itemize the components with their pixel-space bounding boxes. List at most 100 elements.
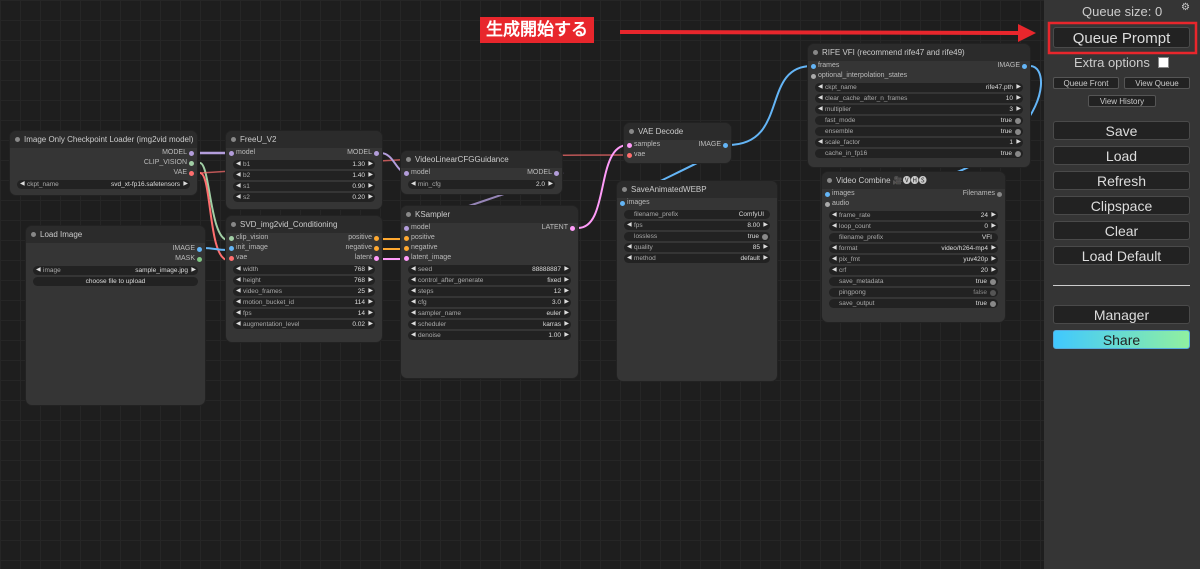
extra-options-checkbox[interactable] — [1158, 57, 1169, 68]
widget-pix-fmt[interactable]: ◀ pix_fmt yuv420p ▶ — [829, 255, 998, 264]
widget-loop-count[interactable]: ◀ loop_count 0 ▶ — [829, 222, 998, 231]
view-history-button[interactable]: View History — [1088, 95, 1156, 107]
widget-image[interactable]: ◀ image sample_image.jpg ▶ — [33, 266, 198, 275]
widget-pingpong[interactable]: pingpong false — [829, 288, 998, 297]
input-model[interactable]: model — [404, 168, 430, 178]
widget-save-metadata[interactable]: save_metadata true — [829, 277, 998, 286]
widget-method[interactable]: ◀ method default ▶ — [624, 254, 770, 263]
refresh-button[interactable]: Refresh — [1053, 171, 1190, 190]
node-title: Load Image — [26, 226, 205, 243]
input-vae[interactable]: vae — [627, 150, 645, 160]
output-clip-vision[interactable]: CLIP_VISION — [144, 158, 194, 168]
node-rife-vfi[interactable]: RIFE VFI (recommend rife47 and rife49) f… — [808, 44, 1030, 167]
node-title: RIFE VFI (recommend rife47 and rife49) — [808, 44, 1030, 61]
input-positive[interactable]: positive — [404, 233, 435, 243]
widget-clear-cache[interactable]: ◀ clear_cache_after_n_frames 10 ▶ — [815, 94, 1023, 103]
output-model[interactable]: MODEL — [347, 148, 379, 158]
input-latent-image[interactable]: latent_image — [404, 253, 451, 263]
widget-cfg[interactable]: ◀ cfg 3.0 ▶ — [408, 298, 571, 307]
output-model[interactable]: MODEL — [162, 148, 194, 158]
load-default-button[interactable]: Load Default — [1053, 246, 1190, 265]
widget-control-after-generate[interactable]: ◀ control_after_generate fixed ▶ — [408, 276, 571, 285]
manager-button[interactable]: Manager — [1053, 305, 1190, 324]
output-image[interactable]: IMAGE — [698, 140, 728, 150]
output-mask[interactable]: MASK — [175, 254, 202, 264]
input-init-image[interactable]: init_image — [229, 243, 268, 253]
output-model[interactable]: MODEL — [527, 168, 559, 178]
input-images[interactable]: images — [825, 189, 855, 199]
node-title: VideoLinearCFGGuidance — [401, 151, 562, 168]
share-button[interactable]: Share — [1053, 330, 1190, 349]
output-latent[interactable]: latent — [355, 253, 379, 263]
widget-scale-factor[interactable]: ◀ scale_factor 1 ▶ — [815, 138, 1023, 147]
input-images[interactable]: images — [620, 198, 650, 208]
gear-icon[interactable]: ⚙ — [1181, 2, 1190, 13]
input-vae[interactable]: vae — [229, 253, 247, 263]
widget-augmentation-level[interactable]: ◀ augmentation_level 0.02 ▶ — [233, 320, 375, 329]
widget-filename-prefix[interactable]: filename_prefix ComfyUI — [624, 210, 770, 219]
widget-height[interactable]: ◀ height 768 ▶ — [233, 276, 375, 285]
input-model[interactable]: model — [404, 223, 430, 233]
widget-fast-mode[interactable]: fast_mode true — [815, 116, 1023, 125]
output-latent[interactable]: LATENT — [542, 223, 575, 233]
widget-s1[interactable]: ◀ s1 0.90 ▶ — [233, 182, 375, 191]
input-negative[interactable]: negative — [404, 243, 437, 253]
input-audio[interactable]: audio — [825, 199, 849, 209]
widget-motion-bucket-id[interactable]: ◀ motion_bucket_id 114 ▶ — [233, 298, 375, 307]
widget-s2[interactable]: ◀ s2 0.20 ▶ — [233, 193, 375, 202]
widget-sampler-name[interactable]: ◀ sampler_name euler ▶ — [408, 309, 571, 318]
output-positive[interactable]: positive — [348, 233, 379, 243]
widget-fps[interactable]: ◀ fps 8.00 ▶ — [624, 221, 770, 230]
widget-min-cfg[interactable]: ◀ min_cfg 2.0 ▶ — [408, 180, 555, 189]
upload-button[interactable]: choose file to upload — [33, 277, 198, 286]
widget-cache-in-fp16[interactable]: cache_in_fp16 true — [815, 149, 1023, 158]
widget-ckpt-name[interactable]: ◀ ckpt_name rife47.pth ▶ — [815, 83, 1023, 92]
node-canvas[interactable]: Image Only Checkpoint Loader (img2vid mo… — [0, 0, 1044, 569]
widget-seed[interactable]: ◀ seed 88888887 ▶ — [408, 265, 571, 274]
widget-width[interactable]: ◀ width 768 ▶ — [233, 265, 375, 274]
widget-quality[interactable]: ◀ quality 85 ▶ — [624, 243, 770, 252]
load-button[interactable]: Load — [1053, 146, 1190, 165]
output-negative[interactable]: negative — [346, 243, 379, 253]
node-ksampler[interactable]: KSampler model LATENT positive negative l… — [401, 206, 578, 378]
clipspace-button[interactable]: Clipspace — [1053, 196, 1190, 215]
widget-lossless[interactable]: lossless true — [624, 232, 770, 241]
input-interpolation-states[interactable]: optional_interpolation_states — [811, 71, 907, 81]
input-model[interactable]: model — [229, 148, 255, 158]
input-samples[interactable]: samples — [627, 140, 660, 150]
input-frames[interactable]: frames — [811, 61, 839, 71]
widget-crf[interactable]: ◀ crf 20 ▶ — [829, 266, 998, 275]
widget-denoise[interactable]: ◀ denoise 1.00 ▶ — [408, 331, 571, 340]
widget-ckpt-name[interactable]: ◀ ckpt_name svd_xt-fp16.safetensors ▶ — [17, 180, 190, 189]
node-svd-conditioning[interactable]: SVD_img2vid_Conditioning clip_vision posi… — [226, 216, 382, 342]
node-video-combine[interactable]: Video Combine 🎥🅥🅗🅢 images Filenames audio… — [822, 172, 1005, 322]
output-image[interactable]: IMAGE — [997, 61, 1027, 71]
node-checkpoint-loader[interactable]: Image Only Checkpoint Loader (img2vid mo… — [10, 131, 197, 195]
widget-multiplier[interactable]: ◀ multiplier 3 ▶ — [815, 105, 1023, 114]
widget-frame-rate[interactable]: ◀ frame_rate 24 ▶ — [829, 211, 998, 220]
output-vae[interactable]: VAE — [174, 168, 194, 178]
widget-format[interactable]: ◀ format video/h264-mp4 ▶ — [829, 244, 998, 253]
widget-steps[interactable]: ◀ steps 12 ▶ — [408, 287, 571, 296]
save-button[interactable]: Save — [1053, 121, 1190, 140]
output-filenames[interactable]: Filenames — [963, 189, 1002, 199]
node-video-linear-cfg[interactable]: VideoLinearCFGGuidance model MODEL ◀ min_c… — [401, 151, 562, 194]
widget-b2[interactable]: ◀ b2 1.40 ▶ — [233, 171, 375, 180]
widget-filename-prefix[interactable]: filename_prefix VFI — [829, 233, 998, 242]
widget-video-frames[interactable]: ◀ video_frames 25 ▶ — [233, 287, 375, 296]
queue-front-button[interactable]: Queue Front — [1053, 77, 1119, 89]
widget-b1[interactable]: ◀ b1 1.30 ▶ — [233, 160, 375, 169]
widget-scheduler[interactable]: ◀ scheduler karras ▶ — [408, 320, 571, 329]
node-save-animated-webp[interactable]: SaveAnimatedWEBP images filename_prefix C… — [617, 181, 777, 381]
queue-prompt-button[interactable]: Queue Prompt — [1053, 27, 1190, 48]
node-load-image[interactable]: Load Image IMAGE MASK ◀ image sample_image… — [26, 226, 205, 405]
widget-save-output[interactable]: save_output true — [829, 299, 998, 308]
view-queue-button[interactable]: View Queue — [1124, 77, 1190, 89]
output-image[interactable]: IMAGE — [172, 244, 202, 254]
input-clip-vision[interactable]: clip_vision — [229, 233, 268, 243]
node-freeu-v2[interactable]: FreeU_V2 model MODEL ◀ b1 1.30 ▶ ◀ b2 1.40 ▶ ◀ s… — [226, 131, 382, 209]
widget-ensemble[interactable]: ensemble true — [815, 127, 1023, 136]
node-vae-decode[interactable]: VAE Decode samples IMAGE vae — [624, 123, 731, 163]
clear-button[interactable]: Clear — [1053, 221, 1190, 240]
widget-fps[interactable]: ◀ fps 14 ▶ — [233, 309, 375, 318]
